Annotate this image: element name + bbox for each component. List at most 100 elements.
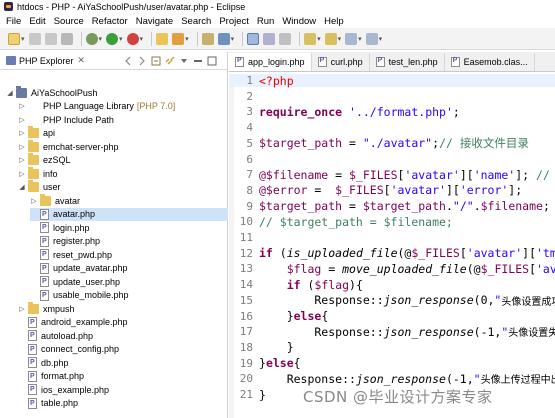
tab-easemob[interactable]: Easemob.clas... xyxy=(444,53,535,71)
tree-item[interactable]: ▷ emchat-server-php xyxy=(18,139,119,153)
chevron-down-icon[interactable]: ▾ xyxy=(317,35,321,43)
tree-item[interactable]: ▷ PHP Include Path xyxy=(18,113,114,126)
search-icon[interactable] xyxy=(217,32,230,45)
toolbar-divider xyxy=(151,31,153,46)
tree-item[interactable]: update_user.php xyxy=(30,275,120,288)
chevron-down-icon[interactable]: ▾ xyxy=(338,35,342,43)
tree-item[interactable]: ▷ ezSQL xyxy=(18,153,71,167)
tree-item[interactable]: ▷ avatar xyxy=(30,193,80,207)
forward-icon[interactable] xyxy=(365,32,378,45)
link-with-editor-icon[interactable] xyxy=(165,56,175,66)
forward-icon[interactable] xyxy=(137,56,147,66)
code-token: <?php xyxy=(259,74,294,88)
tree-item[interactable]: ▷ info xyxy=(18,166,58,180)
code-token: { xyxy=(293,356,301,371)
collapsed-arrow-icon[interactable]: ▷ xyxy=(18,116,26,124)
show-whitespace-icon[interactable] xyxy=(279,32,292,45)
mark-occurrences-icon[interactable] xyxy=(247,32,260,45)
tree-item[interactable]: register.php xyxy=(30,235,100,248)
debug-icon[interactable] xyxy=(85,32,98,45)
close-icon[interactable]: ✕ xyxy=(77,55,85,66)
collapsed-arrow-icon[interactable]: ▷ xyxy=(18,305,26,313)
chevron-down-icon[interactable]: ▾ xyxy=(21,35,25,43)
tree-item[interactable]: table.php xyxy=(18,397,78,410)
tree-item[interactable]: ios_example.php xyxy=(18,383,109,396)
save-all-icon[interactable] xyxy=(44,32,57,45)
tree-item[interactable]: reset_pwd.php xyxy=(30,248,112,261)
tree-item[interactable]: android_example.php xyxy=(18,316,128,329)
chevron-down-icon[interactable]: ▾ xyxy=(140,35,144,43)
chevron-down-icon[interactable]: ▾ xyxy=(231,35,235,43)
tab-php-explorer[interactable]: PHP Explorer ✕ xyxy=(6,55,85,66)
toggle-block-icon[interactable] xyxy=(263,32,276,45)
collapsed-arrow-icon[interactable]: ▷ xyxy=(18,156,26,164)
maximize-icon[interactable] xyxy=(207,56,217,66)
run-icon[interactable] xyxy=(106,32,119,45)
menu-refactor[interactable]: Refactor xyxy=(92,16,128,27)
collapsed-arrow-icon[interactable]: ▷ xyxy=(18,102,26,110)
expanded-arrow-icon[interactable]: ◢ xyxy=(18,183,26,191)
new-folder-icon[interactable] xyxy=(156,32,169,45)
menu-run[interactable]: Run xyxy=(257,16,274,27)
code-token: "./avatar" xyxy=(362,136,433,151)
back-icon[interactable] xyxy=(123,56,133,66)
tree-item[interactable]: ▷ xmpush xyxy=(18,301,75,315)
chevron-down-icon[interactable]: ▾ xyxy=(119,35,123,43)
chevron-down-icon[interactable]: ▾ xyxy=(379,35,383,43)
menu-help[interactable]: Help xyxy=(324,16,344,27)
menu-navigate[interactable]: Navigate xyxy=(136,16,174,27)
menu-source[interactable]: Source xyxy=(54,16,84,27)
collapsed-arrow-icon[interactable]: ▷ xyxy=(30,197,38,205)
collapsed-arrow-icon[interactable]: ▷ xyxy=(18,129,26,137)
prev-annotation-icon[interactable] xyxy=(324,32,337,45)
tree-item[interactable]: ◢ AiYaSchoolPush xyxy=(6,85,97,99)
tree-item[interactable]: connect_config.php xyxy=(18,343,119,356)
chevron-down-icon[interactable]: ▾ xyxy=(99,35,103,43)
explorer-tab-bar: PHP Explorer ✕ xyxy=(0,52,227,70)
minimize-icon[interactable] xyxy=(193,56,203,66)
tab-app-login[interactable]: app_login.php xyxy=(229,53,312,71)
tree-item[interactable]: avatar.php xyxy=(30,207,228,221)
menu-window[interactable]: Window xyxy=(282,16,316,27)
line-number: 8 xyxy=(246,183,253,197)
tree-item[interactable]: ▷ api xyxy=(18,126,55,140)
tree-item[interactable]: update_avatar.php xyxy=(30,262,128,275)
tree-item[interactable]: format.php xyxy=(18,370,84,383)
chevron-down-icon[interactable]: ▾ xyxy=(185,35,189,43)
tree-item[interactable]: autoload.php xyxy=(18,329,93,342)
chevron-down-icon[interactable]: ▾ xyxy=(358,35,362,43)
open-type-icon[interactable] xyxy=(201,32,214,45)
collapsed-arrow-icon[interactable]: ▷ xyxy=(18,143,26,151)
tree-item[interactable]: ◢ user xyxy=(18,180,61,194)
tree-item[interactable]: ▷ PHP Language Library [PHP 7.0] xyxy=(18,100,175,113)
tree-item-label: format.php xyxy=(41,371,85,381)
tab-label: Easemob.clas... xyxy=(463,57,528,67)
menu-file[interactable]: File xyxy=(6,16,21,27)
menu-edit[interactable]: Edit xyxy=(29,16,45,27)
menu-search[interactable]: Search xyxy=(181,16,211,27)
tree-item[interactable]: login.php xyxy=(30,221,90,234)
new-icon[interactable] xyxy=(8,32,20,45)
code-token: } xyxy=(259,340,294,355)
view-menu-icon[interactable] xyxy=(179,56,189,66)
code-line: 17 Response:: json_response (-1, " 头像设置失 xyxy=(229,325,555,340)
new-file-icon[interactable] xyxy=(172,32,185,45)
tree-item[interactable]: usable_mobile.php xyxy=(30,289,129,302)
menu-project[interactable]: Project xyxy=(219,16,249,27)
next-annotation-icon[interactable] xyxy=(304,32,317,45)
back-icon[interactable] xyxy=(345,32,358,45)
tree-item[interactable]: db.php xyxy=(18,356,69,369)
expanded-arrow-icon[interactable]: ◢ xyxy=(6,89,14,97)
code-area[interactable]: 1 <?php 2 3 require_once '../format.php'; 4 5 $… xyxy=(229,74,555,418)
tab-test-len[interactable]: test_len.php xyxy=(369,53,445,71)
collapse-all-icon[interactable] xyxy=(151,56,161,66)
external-tools-icon[interactable] xyxy=(126,32,139,45)
print-icon[interactable] xyxy=(60,32,73,45)
tab-curl[interactable]: curl.php xyxy=(311,53,370,71)
save-icon[interactable] xyxy=(28,32,41,45)
tree-item-label: avatar.php xyxy=(53,209,96,219)
code-token: (-1, xyxy=(445,371,474,386)
collapsed-arrow-icon[interactable]: ▷ xyxy=(18,170,26,178)
code-token: '../format.php' xyxy=(349,104,453,119)
